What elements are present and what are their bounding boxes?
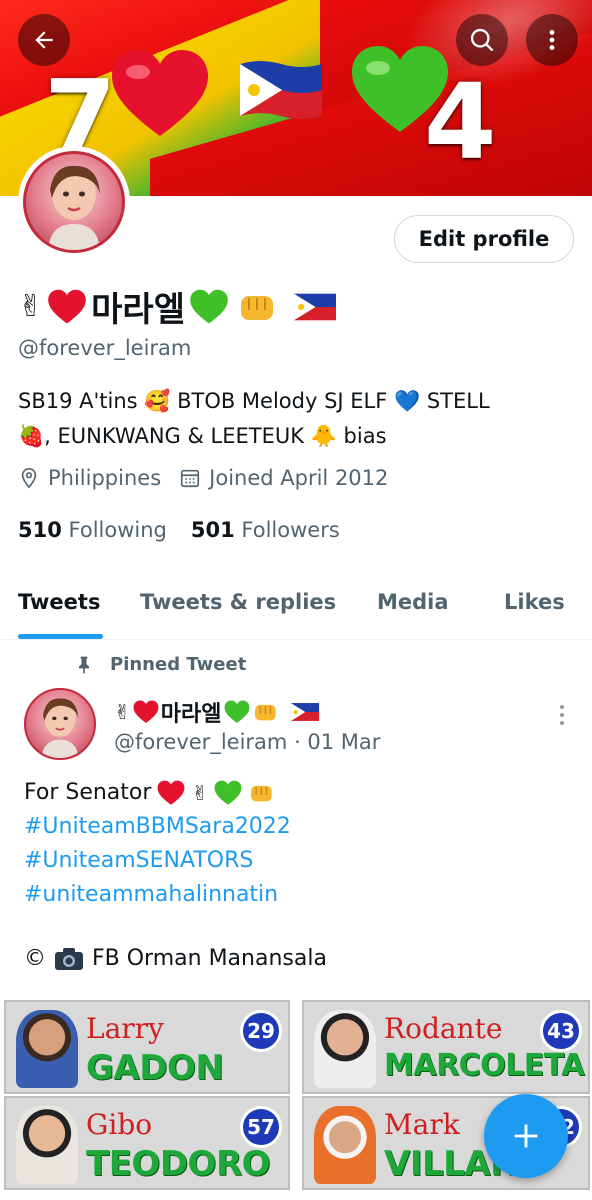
followers-label: Followers	[241, 518, 340, 542]
profile-tabs: Tweets Tweets & replies Media Likes	[0, 578, 592, 640]
tweet-text: For Senator	[24, 780, 152, 805]
search-icon	[470, 28, 494, 52]
copyright-icon: ©	[24, 946, 46, 971]
victory-hand-icon: ✌	[191, 781, 209, 805]
joined-text: Joined April 2012	[209, 466, 389, 490]
candidate-first-name: Larry	[86, 1012, 164, 1045]
tweet-date: · 01 Mar	[294, 730, 381, 754]
tweet-author-avatar[interactable]	[24, 688, 96, 760]
philippine-flag-icon	[294, 293, 336, 320]
candidate-first-name: Mark	[384, 1108, 460, 1141]
tab-likes[interactable]: Likes	[504, 590, 565, 614]
fist-icon	[251, 785, 272, 802]
hashtag-link[interactable]: #UniteamSENATORS	[24, 844, 291, 878]
tweet-credit: © FB Orman Manansala	[24, 946, 327, 971]
plus-icon	[514, 1124, 538, 1148]
back-button[interactable]	[18, 14, 70, 66]
candidate-card[interactable]: Rodante MARCOLETA 43	[302, 1000, 590, 1094]
tweet-author-handle: @forever_leiram · 01 Mar	[114, 730, 380, 754]
profile-bio: SB19 A'tins 🥰 BTOB Melody SJ ELF 💙 STELL…	[18, 384, 578, 454]
philippine-flag-icon	[290, 703, 319, 721]
tab-media[interactable]: Media	[377, 590, 449, 614]
tweet-author-name[interactable]: ✌ 마라엘	[114, 696, 320, 728]
credit-text: FB Orman Manansala	[92, 946, 327, 971]
candidate-photo	[314, 1106, 376, 1184]
candidate-first-name: Gibo	[86, 1108, 153, 1141]
more-options-button[interactable]	[526, 14, 578, 66]
tweet-author-name-text: 마라엘	[160, 702, 222, 727]
candidate-number-badge: 57	[240, 1106, 282, 1148]
following-link[interactable]: 510 Following	[18, 518, 167, 542]
active-tab-indicator	[18, 634, 103, 639]
candidate-last-name: TEODORO	[86, 1144, 271, 1184]
profile-meta: Philippines Joined April 2012	[18, 466, 406, 490]
red-heart-icon	[48, 289, 86, 323]
candidate-photo	[16, 1106, 78, 1184]
following-count: 510	[18, 518, 62, 542]
pin-icon	[79, 656, 89, 673]
candidate-photo	[314, 1010, 376, 1088]
hashtag-link[interactable]: #UniteamBBMSara2022	[24, 810, 291, 844]
display-name: ✌ 마라엘	[18, 282, 337, 331]
following-label: Following	[68, 518, 167, 542]
avatar-portrait-icon	[41, 698, 79, 758]
tweet-handle-text: @forever_leiram	[114, 730, 288, 754]
candidate-number-badge: 29	[240, 1010, 282, 1052]
tweet-more-button[interactable]	[552, 700, 572, 730]
green-heart-icon	[214, 780, 242, 805]
victory-hand-icon: ✌	[18, 289, 44, 324]
profile-handle: @forever_leiram	[18, 336, 192, 360]
location-pin-icon	[21, 468, 37, 489]
banner-number-right: 4	[424, 61, 497, 183]
fist-icon	[254, 704, 276, 721]
back-arrow-icon	[35, 31, 53, 49]
candidate-photo	[16, 1010, 78, 1088]
followers-link[interactable]: 501 Followers	[191, 518, 340, 542]
hashtag-link[interactable]: #uniteammahalinnatin	[24, 878, 291, 912]
search-button[interactable]	[456, 14, 508, 66]
green-heart-icon	[224, 700, 249, 723]
more-vertical-icon	[549, 30, 555, 50]
tweet-body: For Senator ✌ #UniteamBBMSara2022 #Unite…	[24, 776, 291, 912]
profile-avatar[interactable]	[18, 146, 130, 258]
location-text: Philippines	[48, 466, 162, 490]
pinned-text: Pinned Tweet	[110, 654, 247, 675]
fist-icon	[240, 295, 273, 320]
edit-profile-button[interactable]: Edit profile	[394, 215, 574, 263]
candidate-first-name: Rodante	[384, 1012, 503, 1045]
display-name-text: 마라엘	[91, 290, 185, 330]
red-heart-icon	[133, 700, 159, 723]
followers-count: 501	[190, 518, 235, 542]
green-heart-icon	[190, 289, 228, 323]
tab-tweets-replies[interactable]: Tweets & replies	[140, 590, 336, 614]
candidate-number-badge: 43	[540, 1010, 582, 1052]
candidate-card[interactable]: Gibo TEODORO 57	[4, 1096, 290, 1190]
pinned-tweet-label: Pinned Tweet	[74, 654, 246, 675]
red-heart-icon	[112, 50, 208, 136]
tab-tweets[interactable]: Tweets	[18, 590, 100, 614]
follow-counts: 510 Following 501 Followers	[18, 518, 340, 542]
compose-tweet-button[interactable]	[484, 1094, 568, 1178]
red-heart-icon	[157, 780, 185, 805]
camera-icon	[55, 947, 83, 970]
tweet-text-line: For Senator ✌	[24, 776, 291, 810]
victory-hand-icon: ✌	[114, 700, 131, 724]
bio-line-1: SB19 A'tins 🥰 BTOB Melody SJ ELF 💙 STELL	[18, 389, 490, 413]
candidate-last-name: MARCOLETA	[384, 1048, 585, 1083]
philippine-flag-icon	[240, 61, 322, 119]
candidate-last-name: GADON	[86, 1048, 224, 1088]
candidate-card[interactable]: Larry GADON 29	[4, 1000, 290, 1094]
calendar-icon	[181, 469, 200, 488]
bio-line-2: 🍓, EUNKWANG & LEETEUK 🐥 bias	[18, 424, 387, 448]
avatar-portrait-icon	[48, 165, 100, 250]
